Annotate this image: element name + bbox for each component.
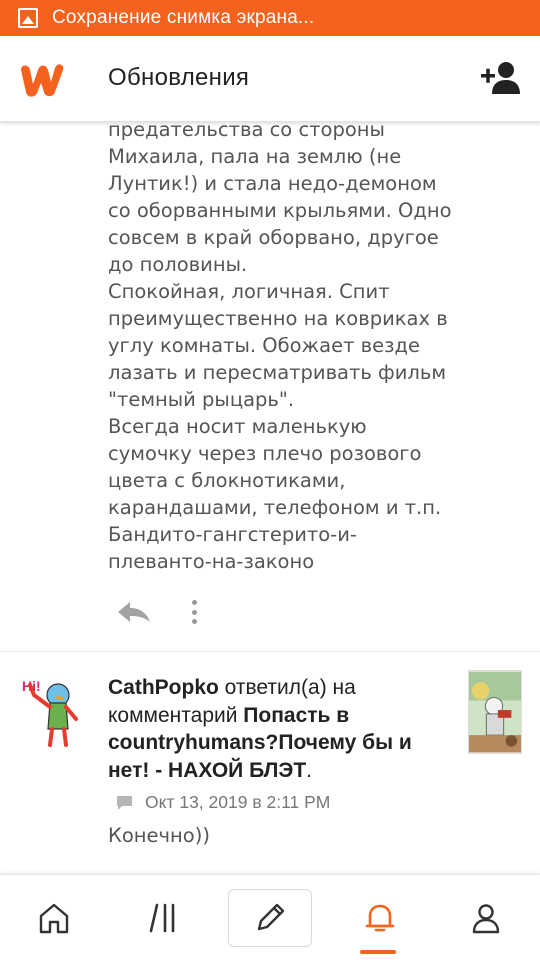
story-line: до половины. [108,253,248,276]
app-header: Обновления [0,36,540,122]
story-line: углу комнаты. Обожает везде [108,334,420,357]
avatar-hi-character[interactable]: Hi! [20,673,84,751]
updates-screen: Сохранение снимка экрана... Обновления п… [0,0,540,960]
home-icon [39,903,69,934]
notification-meta: Окт 13, 2019 в 2:11 PM [116,792,330,813]
wattpad-logo[interactable] [17,58,67,98]
nav-profile[interactable] [456,875,516,960]
library-icon [149,903,175,933]
story-line: цвета с блокнотиками, [108,469,346,492]
story-line: Лунтик!) и стала недо-демоном [108,172,437,195]
image-icon [18,8,38,28]
story-line: предательства со стороны [108,122,385,141]
story-actions [108,596,200,628]
story-text-viewport: предательства со стороны Михаила, пала на… [0,122,540,592]
reply-arrow-icon[interactable] [114,598,154,626]
story-cover-thumbnail[interactable] [468,670,522,754]
notification-reply-text: Конечно)) [108,824,210,847]
bell-icon [365,904,395,932]
divider [0,651,540,652]
notification-message[interactable]: CathPopko ответил(а) на комментарий Попа… [108,674,448,784]
story-line: "темный рыцарь". [108,388,295,411]
story-line: Бандито-гангстерито-и- [108,523,357,546]
story-line: преимущественно на ковриках в [108,307,448,330]
story-excerpt: предательства со стороны Михаила, пала на… [108,122,468,575]
page-title: Обновления [108,64,250,91]
story-line: лазать и пересматривать фильм [108,361,447,384]
person-icon [472,904,500,934]
status-bar: Сохранение снимка экрана... [0,0,540,36]
story-line: со оборванными крыльями. Одно [108,199,452,222]
nav-notifications[interactable] [350,875,410,960]
story-line: Спокойная, логичная. Спит [108,280,390,303]
notification-trailing: . [306,758,313,782]
bottom-navigation [0,874,540,960]
comment-bubble-icon [117,795,132,810]
story-line: Михаила, пала на землю (не [108,145,402,168]
pencil-icon [257,903,285,931]
story-line: плеванто-на-законо [108,550,315,573]
active-tab-indicator [360,950,396,954]
nav-home[interactable] [24,875,84,960]
story-line: сумочку через плечо розового [108,442,422,465]
nav-library[interactable] [134,875,194,960]
story-line: Всегда носит маленькую [108,415,367,438]
notification-timestamp: Окт 13, 2019 в 2:11 PM [145,792,331,812]
story-line: карандашами, телефоном и т.п. [108,496,442,519]
add-person-icon[interactable] [480,60,522,96]
story-line: совсем в край оборвано, другое [108,226,439,249]
more-vertical-icon[interactable] [188,597,200,627]
nav-write[interactable] [228,875,312,960]
status-text: Сохранение снимка экрана... [52,7,315,28]
notification-username[interactable]: CathPopko [108,676,219,699]
